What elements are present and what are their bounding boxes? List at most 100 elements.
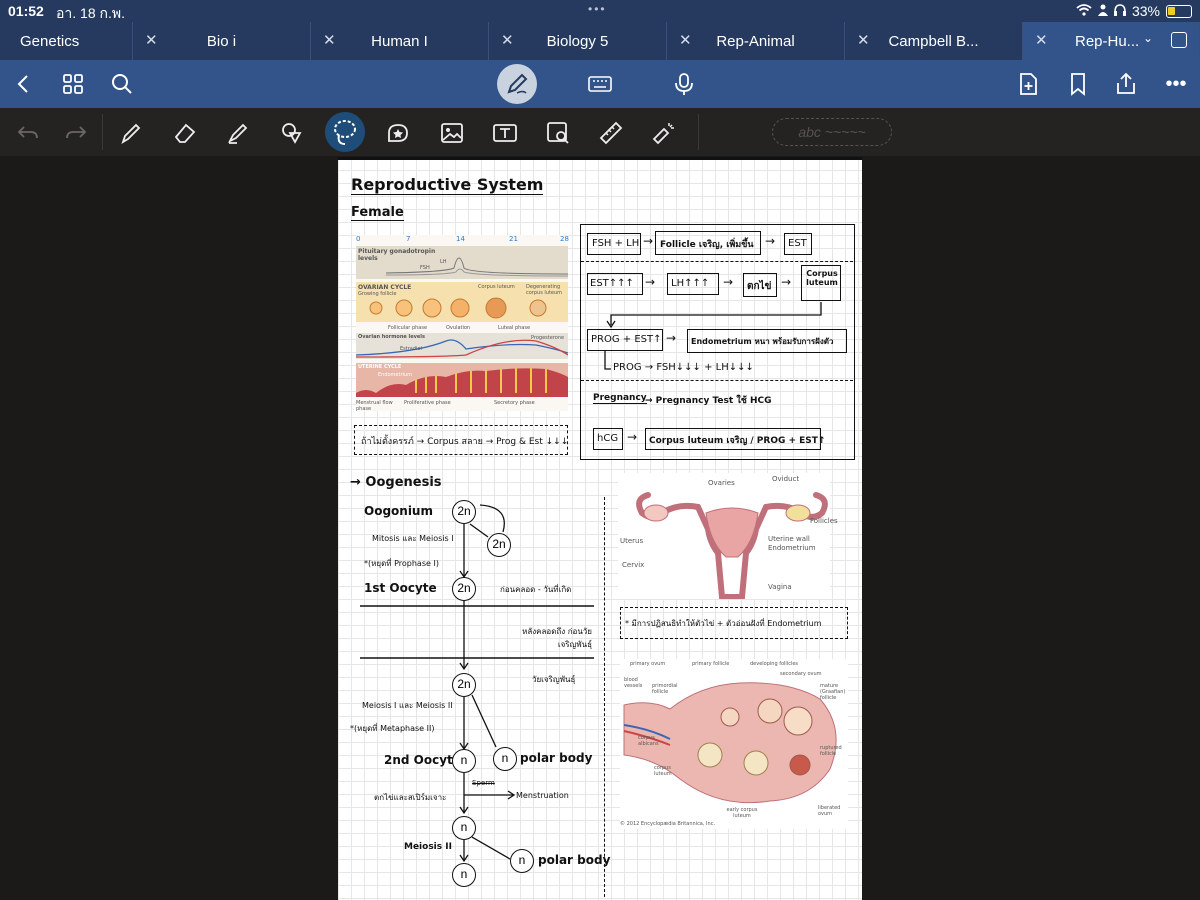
flow-arrow: → (627, 430, 638, 444)
ovaries-label: Ovaries (708, 479, 735, 487)
uterus-label: Uterus (620, 537, 644, 545)
grid-icon[interactable] (61, 72, 85, 96)
main-toolbar: ••• (0, 60, 1200, 108)
shapes-tool-icon[interactable] (280, 121, 304, 145)
endometrium-text: Endometrium หนา พร้อมรับการฝังตัว (691, 337, 834, 346)
hormone-flow-box: FSH + LH → Follicle เจริญ, เพิ่มขึ้น → E… (580, 224, 855, 460)
cell-2n: 2n (487, 533, 511, 557)
person-icon (1097, 3, 1108, 19)
close-icon[interactable]: ✕ (679, 31, 692, 49)
battery-percent: 33% (1131, 3, 1160, 19)
handwriting-text-field[interactable]: abc ~~~~~ (772, 118, 892, 146)
highlighter-tool-icon[interactable] (226, 121, 250, 145)
close-icon[interactable]: ✕ (857, 31, 870, 49)
tab-label: Human I (371, 32, 428, 50)
pen-tool-icon[interactable] (119, 121, 143, 145)
back-icon[interactable] (12, 72, 36, 96)
image-search-tool-icon[interactable] (546, 121, 570, 145)
cell-n: n (452, 816, 476, 840)
tab-label: Genetics (20, 32, 80, 50)
oogenesis-lines (360, 504, 594, 863)
cell-n: n (510, 849, 534, 873)
document-tabs: ✕ Genetics ✕ Bio i ✕ Human I ✕ Biology 5… (0, 22, 1200, 60)
share-icon[interactable] (1114, 72, 1138, 96)
oviduct-label: Oviduct (772, 475, 800, 483)
note-page[interactable]: Reproductive System Female 0 7 14 21 28 … (338, 157, 862, 900)
chevron-down-icon[interactable]: ⌄ (1143, 31, 1153, 45)
status-bar: 01:52 อา. 18 ก.พ. ••• 33% (0, 0, 1200, 22)
cell-2n: 2n (452, 500, 476, 524)
mature-follicle-label: mature (Graafian) follicle (820, 683, 846, 701)
primordial-follicle-label: primordial follicle (652, 683, 678, 695)
flow-arrow: → (666, 331, 677, 345)
female-anatomy-figure: Ovaries Oviduct Follicles Uterus Uterine… (618, 473, 838, 600)
endometrium-anat-label: Endometrium (768, 544, 816, 552)
secondary-ovum-label: secondary ovum (780, 671, 822, 677)
close-icon[interactable]: ✕ (501, 31, 514, 49)
sticker-tool-icon[interactable] (386, 121, 410, 145)
tab-genetics[interactable]: ✕ Genetics (0, 22, 133, 60)
vagina-label: Vagina (768, 583, 792, 591)
tab-label: Rep-Hu... (1075, 32, 1140, 50)
primary-follicle-label: primary follicle (692, 661, 730, 667)
hcg-result-box: Corpus luteum เจริญ / PROG + EST↑ (645, 428, 825, 450)
cervix-label: Cervix (622, 561, 645, 569)
cell-2n: 2n (452, 577, 476, 601)
lasso-tool-button[interactable] (325, 112, 365, 152)
split-view-icon[interactable] (1171, 32, 1187, 48)
multitask-dots[interactable]: ••• (588, 2, 607, 16)
hcg-result-text: Corpus luteum เจริญ / PROG + EST↑ (649, 436, 826, 446)
corpus-albicans-label: corpus albicans (638, 735, 659, 747)
tab-label: Rep-Animal (716, 32, 795, 50)
cell-n: n (493, 747, 517, 771)
column-divider (604, 497, 605, 897)
tab-bio-i[interactable]: ✕ Bio i (133, 22, 311, 60)
endometrium-box: Endometrium หนา พร้อมรับการฝังตัว (687, 329, 847, 353)
tab-rep-animal[interactable]: ✕ Rep-Animal (667, 22, 845, 60)
redo-icon[interactable] (64, 121, 88, 145)
cell-2n: 2n (452, 673, 476, 697)
early-corpus-label: early corpus luteum (726, 807, 758, 819)
eraser-tool-icon[interactable] (173, 121, 197, 145)
tab-biology-5[interactable]: ✕ Biology 5 (489, 22, 667, 60)
write-mode-button[interactable] (497, 64, 537, 104)
headphones-icon (1113, 3, 1126, 19)
toolbar-divider (102, 114, 103, 150)
tab-label: Bio i (206, 32, 237, 50)
close-icon[interactable]: ✕ (323, 31, 336, 49)
wifi-icon (1076, 3, 1092, 19)
tab-campbell[interactable]: ✕ Campbell B... (845, 22, 1023, 60)
ruler-tool-icon[interactable] (599, 121, 623, 145)
fertilization-note: * มีการปฏิสนธิทำให้ตัวไข่ + ตัวอ่อนฝังที… (625, 619, 822, 628)
developing-follicles-label: developing follicles (750, 661, 799, 667)
close-icon[interactable]: ✕ (145, 31, 158, 49)
undo-icon[interactable] (16, 121, 40, 145)
tab-label: Campbell B... (888, 32, 979, 50)
laser-pointer-icon[interactable] (652, 121, 676, 145)
follicles-label: Follicles (810, 517, 838, 525)
image-tool-icon[interactable] (440, 121, 464, 145)
liberated-ovum-label: liberated ovum (818, 805, 841, 817)
pregnancy-test-text: → Pregnancy Test ใช้ HCG (645, 396, 772, 406)
flow-divider (581, 380, 853, 381)
cell-n: n (452, 749, 476, 773)
tool-bar: abc ~~~~~ (0, 108, 1200, 156)
pencil-icon (507, 73, 528, 94)
tab-rep-human[interactable]: ✕ Rep-Hu... ⌄ (1023, 22, 1200, 60)
add-page-icon[interactable] (1016, 72, 1040, 96)
lasso-icon (334, 120, 356, 145)
tab-human-i[interactable]: ✕ Human I (311, 22, 489, 60)
close-icon[interactable]: ✕ (1035, 31, 1048, 49)
text-tool-icon[interactable] (493, 121, 517, 145)
corpus-luteum-fig-label: corpus luteum (654, 765, 672, 777)
ovary-figure: primary ovum primary follicle developing… (620, 659, 848, 829)
microphone-icon[interactable] (672, 72, 696, 96)
tab-label: Biology 5 (546, 32, 609, 50)
more-icon[interactable]: ••• (1164, 72, 1188, 96)
bookmark-icon[interactable] (1066, 72, 1090, 96)
search-icon[interactable] (110, 72, 134, 96)
copyright-label: © 2012 Encyclopædia Britannica, Inc. (620, 821, 716, 827)
keyboard-icon[interactable] (588, 72, 612, 96)
uterine-wall-label: Uterine wall (768, 535, 810, 543)
cell-n: n (452, 863, 476, 887)
